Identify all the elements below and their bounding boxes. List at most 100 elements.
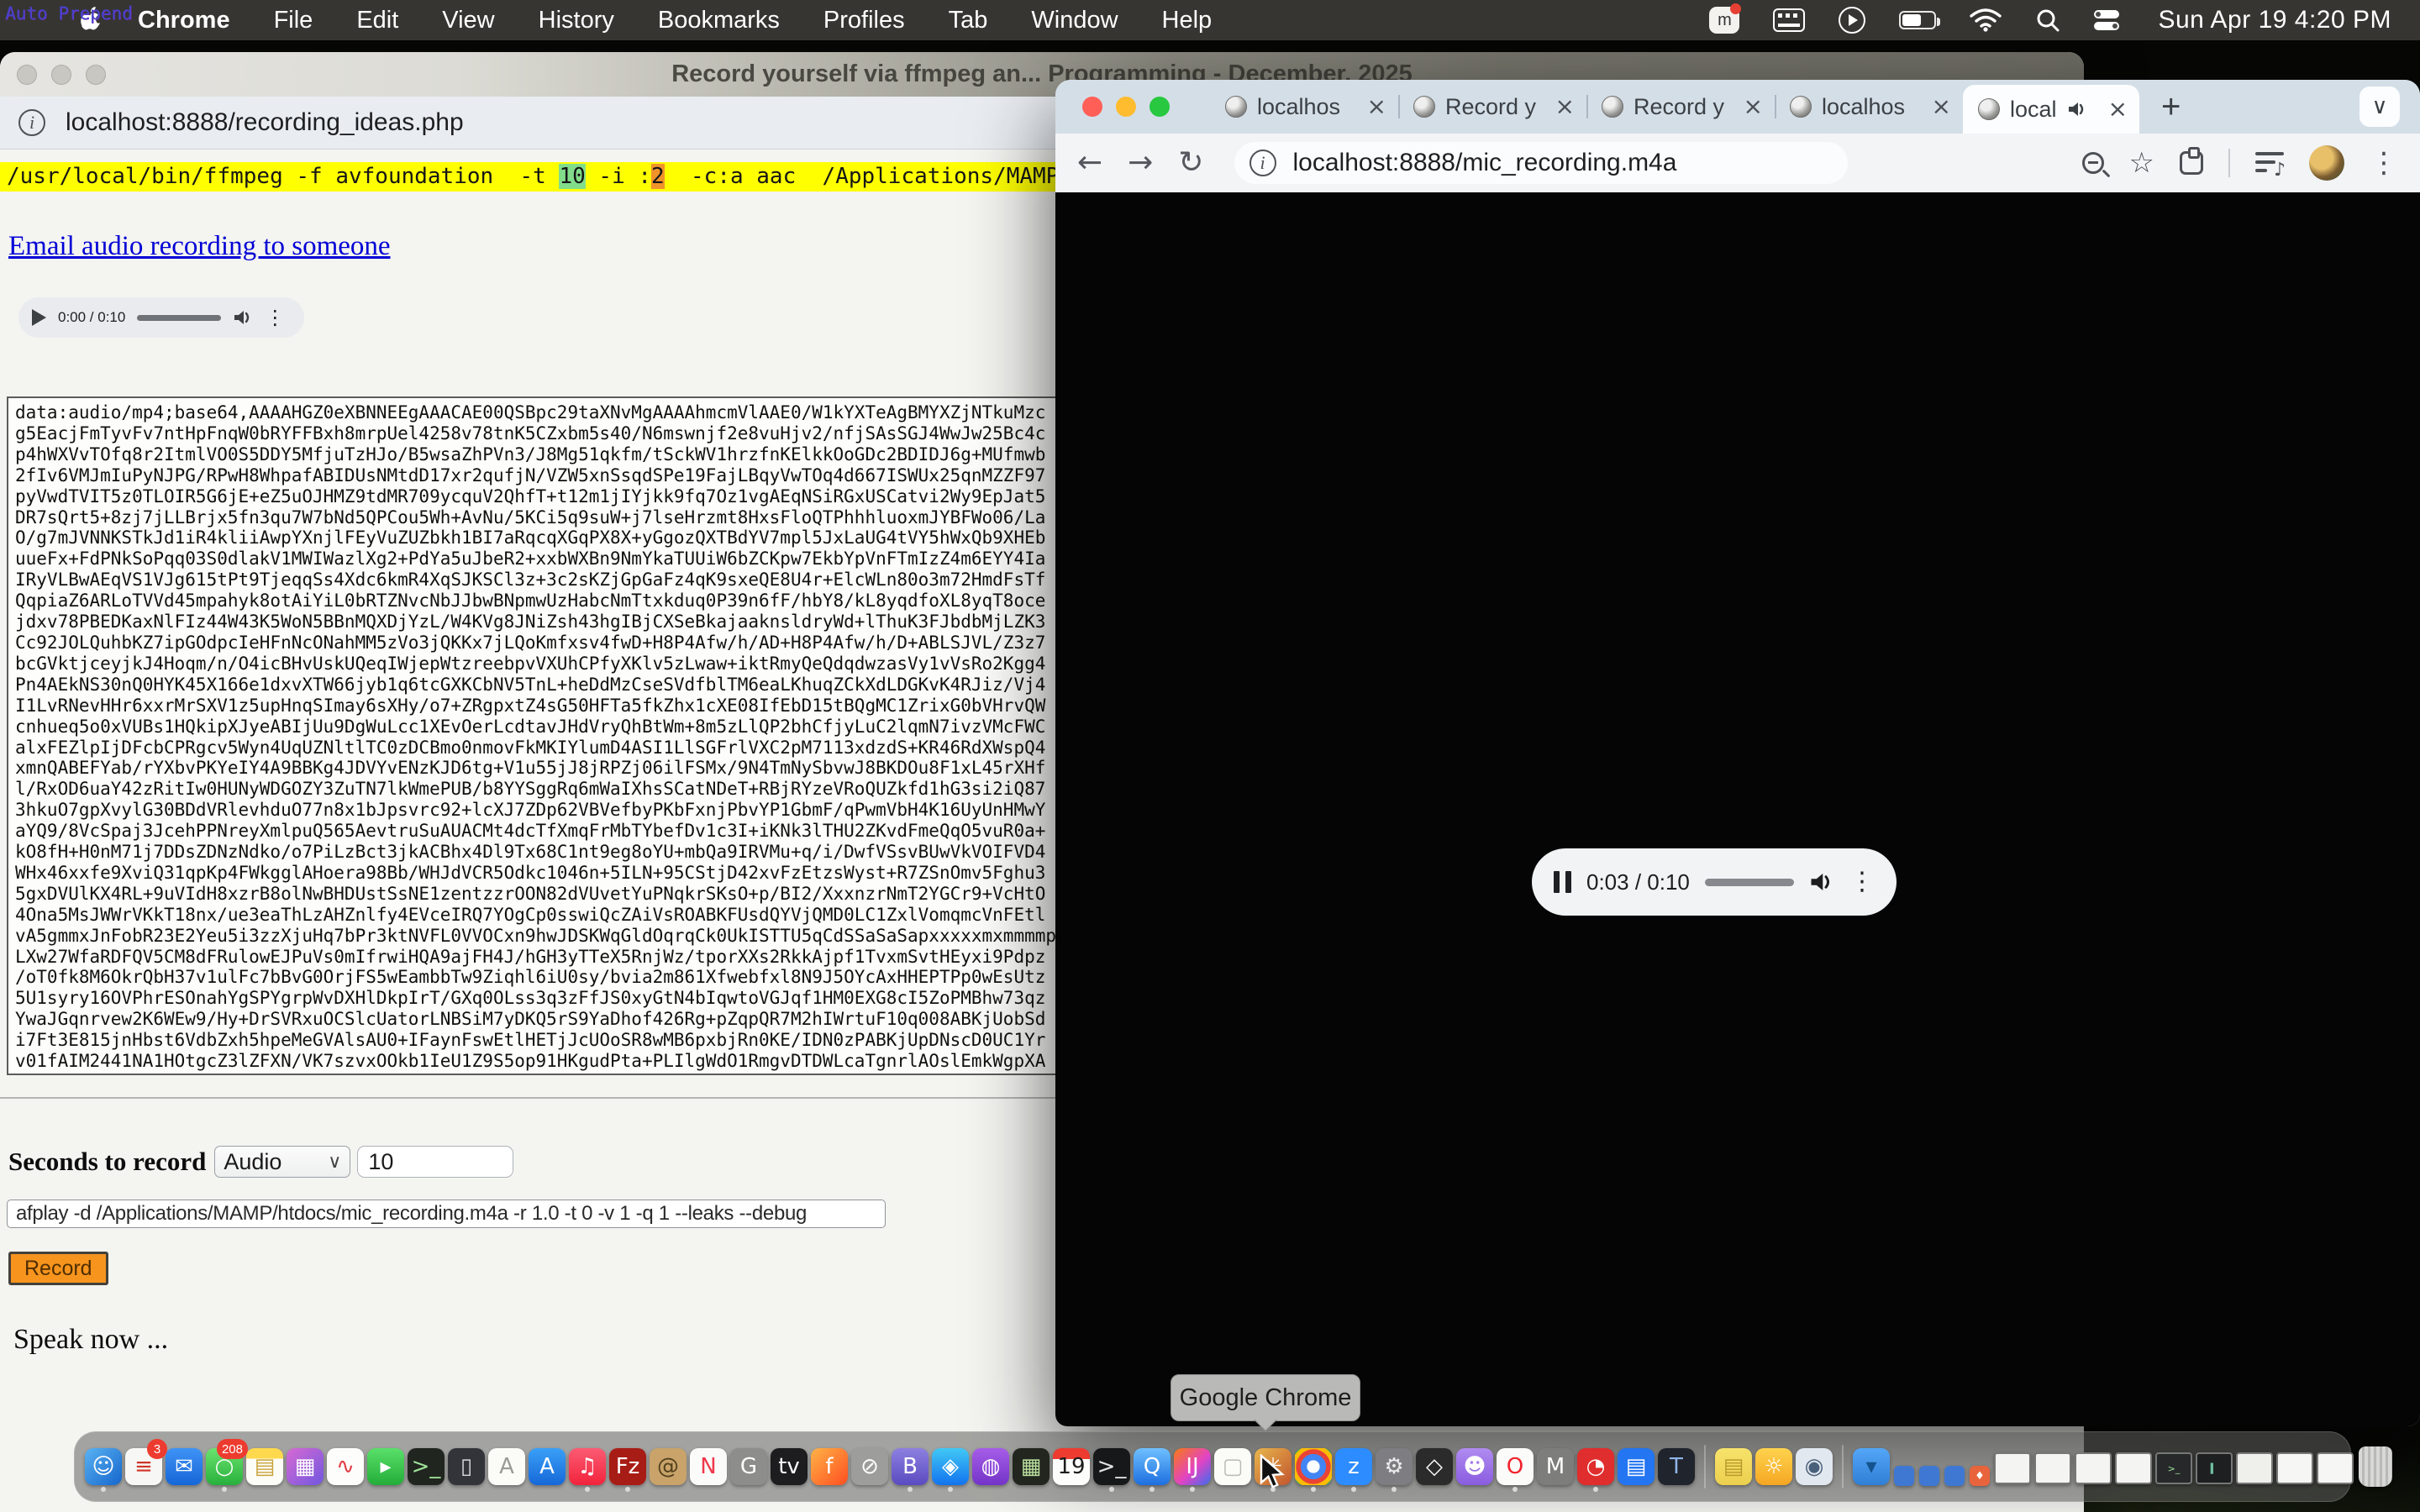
menubar-item[interactable]: Bookmarks <box>658 7 780 34</box>
dock-icon-bluefile[interactable]: ▤ <box>1618 1442 1655 1491</box>
left-url-text[interactable]: localhost:8888/recording_ideas.php <box>66 108 464 137</box>
dock-icon-mail[interactable]: ✉ <box>166 1442 203 1491</box>
dock-icon-chrome[interactable] <box>1295 1442 1332 1491</box>
keyboard-status-icon[interactable] <box>1773 8 1805 32</box>
dock-icon-memoji-app[interactable]: ☻ <box>1456 1442 1493 1491</box>
dock-icon-zoom[interactable]: z <box>1335 1442 1372 1491</box>
browser-tab[interactable]: Record y × <box>1398 80 1586 134</box>
dock-icon-fitness[interactable]: ∿ <box>327 1442 364 1491</box>
dock-icon-facetime[interactable]: ▸ <box>367 1442 404 1491</box>
browser-tab[interactable]: localhos × <box>1210 80 1398 134</box>
play-icon[interactable] <box>32 309 46 326</box>
bookmark-star-icon[interactable]: ☆ <box>2129 149 2154 177</box>
active-tab[interactable]: local × <box>1963 85 2139 134</box>
dock-icon-iphone-mirroring[interactable]: ▯ <box>448 1442 485 1491</box>
menubar-clock[interactable]: Sun Apr 19 4:20 PM <box>2158 6 2391 34</box>
menu-kebab-icon[interactable]: ⋮ <box>2370 149 2398 177</box>
dock-icon-terminal-2[interactable]: >_ <box>1093 1442 1130 1491</box>
audio-menu-icon[interactable]: ⋮ <box>265 307 285 328</box>
dock-thumb-window-4[interactable] <box>2115 1442 2152 1491</box>
dock-icon-filezilla[interactable]: Fz <box>609 1442 646 1491</box>
new-tab-button[interactable]: + <box>2161 88 2181 126</box>
tab-close-icon[interactable]: × <box>1744 95 1763 118</box>
dock-thumb-window-6[interactable] <box>2276 1442 2313 1491</box>
email-recording-link[interactable]: Email audio recording to someone <box>8 231 391 262</box>
extensions-icon[interactable] <box>2180 151 2203 175</box>
tab-close-icon[interactable]: × <box>1367 95 1386 118</box>
dock-icon-safari[interactable]: ◈ <box>932 1442 969 1491</box>
dock-icon-screen-sharing[interactable]: ⊘ <box>851 1442 888 1491</box>
dock-separator-1[interactable] <box>1698 1442 1712 1491</box>
browser-tab[interactable]: Record y × <box>1586 80 1775 134</box>
dock-thumb-window-2[interactable] <box>2034 1442 2071 1491</box>
zoom-window-button[interactable] <box>1150 97 1170 117</box>
site-info-icon[interactable]: i <box>18 109 45 136</box>
dock-icon-settings[interactable]: ⚙ <box>1376 1442 1413 1491</box>
dock-icon-news[interactable]: N <box>690 1442 727 1491</box>
dock-icon-inkscape[interactable]: ◇ <box>1416 1442 1453 1491</box>
dock-icon-contacts[interactable]: @ <box>650 1442 687 1491</box>
dock-icon-gimp[interactable]: G <box>730 1442 767 1491</box>
profile-avatar[interactable] <box>2309 145 2344 181</box>
control-center-icon[interactable] <box>2094 10 2124 30</box>
media-play-status-icon[interactable] <box>1839 7 1865 34</box>
dock-thumb-terminal-1[interactable]: >_ <box>2155 1442 2192 1491</box>
dock-thumb-terminal-2[interactable]: ▍ <box>2196 1442 2233 1491</box>
audio-player-left[interactable]: 0:00 / 0:10 ⋮ <box>18 297 304 338</box>
wifi-icon[interactable] <box>1970 8 2002 33</box>
dock-icon-downloads-folder[interactable]: ▾ <box>1853 1442 1890 1491</box>
dock-icon-hammer-tool[interactable]: T <box>1658 1442 1695 1491</box>
back-icon[interactable]: ← <box>1077 148 1102 178</box>
menubar-item[interactable]: Tab <box>949 7 988 34</box>
dock-icon-textedit[interactable]: A <box>488 1442 525 1491</box>
forward-icon[interactable]: → <box>1128 148 1153 178</box>
dock-icon-notes[interactable]: ▤ <box>246 1442 283 1491</box>
pause-icon[interactable] <box>1554 871 1571 893</box>
dock-thumb-window-5[interactable] <box>2236 1442 2273 1491</box>
zoom-out-search-icon[interactable] <box>2082 152 2104 174</box>
menubar-item[interactable]: Profiles <box>823 7 905 34</box>
reload-icon[interactable]: ↻ <box>1178 148 1203 178</box>
dock-thumb-window-1[interactable] <box>1994 1442 2031 1491</box>
afplay-command-input[interactable] <box>7 1200 886 1228</box>
dock-icon-firefox[interactable]: f <box>811 1442 848 1491</box>
volume-icon[interactable] <box>233 308 253 327</box>
volume-icon[interactable] <box>1809 870 1834 894</box>
dock-icon-photos[interactable]: ◉ <box>1796 1442 1833 1491</box>
audio-player-right[interactable]: 0:03 / 0:10 ⋮ <box>1532 848 1897 916</box>
dock-mini-window-2[interactable] <box>1918 1442 1940 1491</box>
menubar-item[interactable]: File <box>274 7 313 34</box>
tab-close-icon[interactable]: × <box>2108 97 2128 121</box>
audio-progress-track[interactable] <box>1705 879 1794 886</box>
minimize-window-button[interactable] <box>1116 97 1136 117</box>
dock-icon-opera[interactable]: O <box>1497 1442 1534 1491</box>
dock-icon-app-store[interactable]: A <box>529 1442 566 1491</box>
battery-icon[interactable] <box>1899 11 1936 29</box>
dock-icon-apple-tv[interactable]: tv <box>771 1442 808 1491</box>
audio-progress-track[interactable] <box>137 315 221 321</box>
spotlight-search-icon[interactable] <box>2035 8 2060 33</box>
mamp-status-icon[interactable]: m <box>1709 7 1739 34</box>
dock-icon-lightbulb[interactable]: ☼ <box>1755 1442 1792 1491</box>
dock-icon-finder[interactable]: ☺ <box>85 1442 122 1491</box>
url-text[interactable]: localhost:8888/mic_recording.m4a <box>1293 149 1677 177</box>
dock-icon-calendar[interactable]: 19 <box>1053 1442 1090 1491</box>
dock-icon-music[interactable]: ♫ <box>569 1442 606 1491</box>
dock-trash[interactable] <box>2357 1442 2394 1491</box>
dock-mini-window-4[interactable]: ♦ <box>1969 1442 1991 1491</box>
menubar-item[interactable]: Window <box>1031 7 1118 34</box>
tab-close-icon[interactable]: × <box>1932 95 1951 118</box>
tab-close-icon[interactable]: × <box>1555 95 1575 118</box>
window-controls-active[interactable] <box>1082 97 1170 117</box>
menubar-app-name[interactable]: Chrome <box>138 7 230 34</box>
dock-thumb-window-3[interactable] <box>2075 1442 2112 1491</box>
dock-icon-terminal-1[interactable]: >_ <box>408 1442 445 1491</box>
menubar-item[interactable]: Edit <box>356 7 398 34</box>
dock-icon-reminders[interactable]: 3 ≡ <box>125 1442 162 1491</box>
close-window-button[interactable] <box>1082 97 1102 117</box>
record-type-select[interactable]: Audio ∨ <box>214 1146 350 1178</box>
dock-mini-window-1[interactable] <box>1893 1442 1915 1491</box>
menubar-item[interactable]: History <box>539 7 614 34</box>
dock-icon-quicktime[interactable]: Q <box>1134 1442 1171 1491</box>
dock-icon-dark-editor[interactable]: ▦ <box>1013 1442 1050 1491</box>
